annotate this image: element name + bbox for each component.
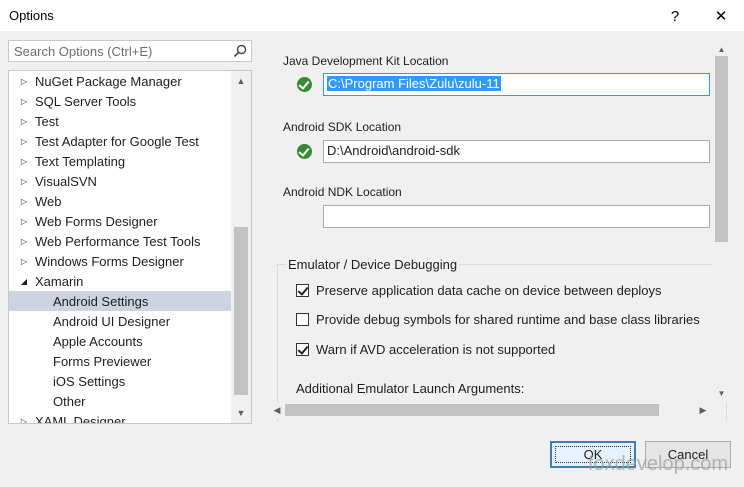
search-box[interactable]: [8, 40, 252, 62]
tree-item-test-adapter[interactable]: ▷ Test Adapter for Google Test: [9, 131, 231, 151]
checkbox-label: Warn if AVD acceleration is not supporte…: [316, 342, 556, 357]
chevron-down-icon[interactable]: ▼: [231, 405, 251, 421]
tree-item-label: Xamarin: [35, 273, 84, 289]
chevron-up-icon[interactable]: ▲: [231, 73, 251, 89]
tree-item-xamarin[interactable]: ◢ Xamarin: [9, 271, 231, 291]
collapse-arrow-icon[interactable]: ◢: [19, 276, 29, 286]
search-input[interactable]: [9, 41, 229, 61]
preserve-cache-checkbox[interactable]: Preserve application data cache on devic…: [296, 283, 661, 298]
watermark: foxdevelop.com: [588, 453, 729, 475]
checkbox-label: Provide debug symbols for shared runtime…: [316, 312, 700, 327]
checkbox-label: Preserve application data cache on devic…: [316, 283, 662, 298]
tree-item-label: Android UI Designer: [53, 313, 171, 329]
settings-panel: Java Development Kit Location C:\Program…: [267, 40, 733, 421]
tree-item-web-forms-designer[interactable]: ▷ Web Forms Designer: [9, 211, 231, 231]
expand-arrow-icon[interactable]: ▷: [19, 256, 29, 266]
tree-item-label: Test: [35, 113, 59, 129]
checkbox-checked-icon[interactable]: [296, 343, 309, 356]
ndk-location-field[interactable]: [323, 205, 710, 228]
chevron-right-icon[interactable]: ▶: [695, 402, 711, 418]
warn-avd-checkbox[interactable]: Warn if AVD acceleration is not supporte…: [296, 342, 555, 357]
sdk-location-label: Android SDK Location: [283, 120, 402, 134]
tree-item-label: VisualSVN: [35, 173, 97, 189]
options-tree: ▷ NuGet Package Manager ▷ SQL Server Tools…: [8, 70, 252, 424]
tree-item-label: Android Settings: [53, 293, 149, 309]
tree-item-android-settings[interactable]: Android Settings: [9, 291, 231, 311]
tree-item-label: SQL Server Tools: [35, 93, 137, 109]
check-circle-icon: [297, 144, 312, 159]
tree-item-label: Text Templating: [35, 153, 126, 169]
expand-arrow-icon[interactable]: ▷: [19, 216, 29, 226]
tree-item-windows-forms-designer[interactable]: ▷ Windows Forms Designer: [9, 251, 231, 271]
chevron-down-icon[interactable]: ▼: [713, 386, 730, 400]
tree-item-label: Web Forms Designer: [35, 213, 158, 229]
tree-item-test[interactable]: ▷ Test: [9, 111, 231, 131]
help-button[interactable]: ?: [652, 0, 698, 32]
tree-item-android-ui-designer[interactable]: Android UI Designer: [9, 311, 231, 331]
tree-item-other[interactable]: Other: [9, 391, 231, 411]
window-title: Options: [9, 8, 54, 23]
expand-arrow-icon[interactable]: ▷: [19, 196, 29, 206]
tree-item-label: Web: [35, 193, 62, 209]
tree-item-label: Other: [53, 393, 86, 409]
checkbox-unchecked-icon[interactable]: [296, 313, 309, 326]
expand-arrow-icon[interactable]: ▷: [19, 116, 29, 126]
tree-item-label: iOS Settings: [53, 373, 126, 389]
jdk-location-field[interactable]: C:\Program Files\Zulu\zulu-11: [323, 73, 710, 96]
check-circle-icon: [297, 77, 312, 92]
tree-item-label: Apple Accounts: [53, 333, 143, 349]
title-bar: Options ? ✕: [0, 0, 744, 32]
expand-arrow-icon[interactable]: ▷: [19, 156, 29, 166]
tree-item-apple-accounts[interactable]: Apple Accounts: [9, 331, 231, 351]
panel-scrollbar-thumb[interactable]: [715, 56, 728, 242]
tree-item-nuget[interactable]: ▷ NuGet Package Manager: [9, 71, 231, 91]
sdk-location-field[interactable]: D:\Android\android-sdk: [323, 140, 710, 163]
tree-item-label: Test Adapter for Google Test: [35, 133, 199, 149]
expand-arrow-icon[interactable]: ▷: [19, 416, 29, 424]
expand-arrow-icon[interactable]: ▷: [19, 76, 29, 86]
emulator-args-label: Additional Emulator Launch Arguments:: [296, 381, 525, 396]
tree-item-sql-server-tools[interactable]: ▷ SQL Server Tools: [9, 91, 231, 111]
expand-arrow-icon[interactable]: ▷: [19, 96, 29, 106]
tree-item-label: Web Performance Test Tools: [35, 233, 201, 249]
tree-item-label: XAML Designer: [35, 413, 126, 424]
panel-vertical-scrollbar[interactable]: ▲ ▼: [713, 40, 730, 402]
panel-horizontal-scrollbar[interactable]: ◀ ▶: [267, 402, 713, 418]
tree-item-web[interactable]: ▷ Web: [9, 191, 231, 211]
tree-item-forms-previewer[interactable]: Forms Previewer: [9, 351, 231, 371]
debug-symbols-checkbox[interactable]: Provide debug symbols for shared runtime…: [296, 312, 700, 327]
tree-scrollbar-thumb[interactable]: [234, 227, 248, 395]
tree-item-xaml-designer[interactable]: ▷ XAML Designer: [9, 411, 231, 424]
tree-item-visualsvn[interactable]: ▷ VisualSVN: [9, 171, 231, 191]
panel-hscrollbar-thumb[interactable]: [285, 404, 659, 416]
expand-arrow-icon[interactable]: ▷: [19, 176, 29, 186]
jdk-location-label: Java Development Kit Location: [283, 54, 449, 68]
tree-item-web-performance[interactable]: ▷ Web Performance Test Tools: [9, 231, 231, 251]
tree-item-ios-settings[interactable]: iOS Settings: [9, 371, 231, 391]
tree-item-label: Windows Forms Designer: [35, 253, 184, 269]
emulator-group-title: Emulator / Device Debugging: [286, 257, 460, 272]
search-icon[interactable]: [233, 44, 247, 58]
tree-item-text-templating[interactable]: ▷ Text Templating: [9, 151, 231, 171]
tree-item-label: Forms Previewer: [53, 353, 152, 369]
tree-scrollbar[interactable]: ▲ ▼: [231, 71, 251, 423]
ndk-location-label: Android NDK Location: [283, 185, 402, 199]
checkbox-checked-icon[interactable]: [296, 284, 309, 297]
expand-arrow-icon[interactable]: ▷: [19, 136, 29, 146]
expand-arrow-icon[interactable]: ▷: [19, 236, 29, 246]
chevron-up-icon[interactable]: ▲: [713, 42, 730, 56]
close-button[interactable]: ✕: [698, 0, 744, 32]
chevron-left-icon[interactable]: ◀: [269, 402, 285, 418]
tree-item-label: NuGet Package Manager: [35, 73, 182, 89]
